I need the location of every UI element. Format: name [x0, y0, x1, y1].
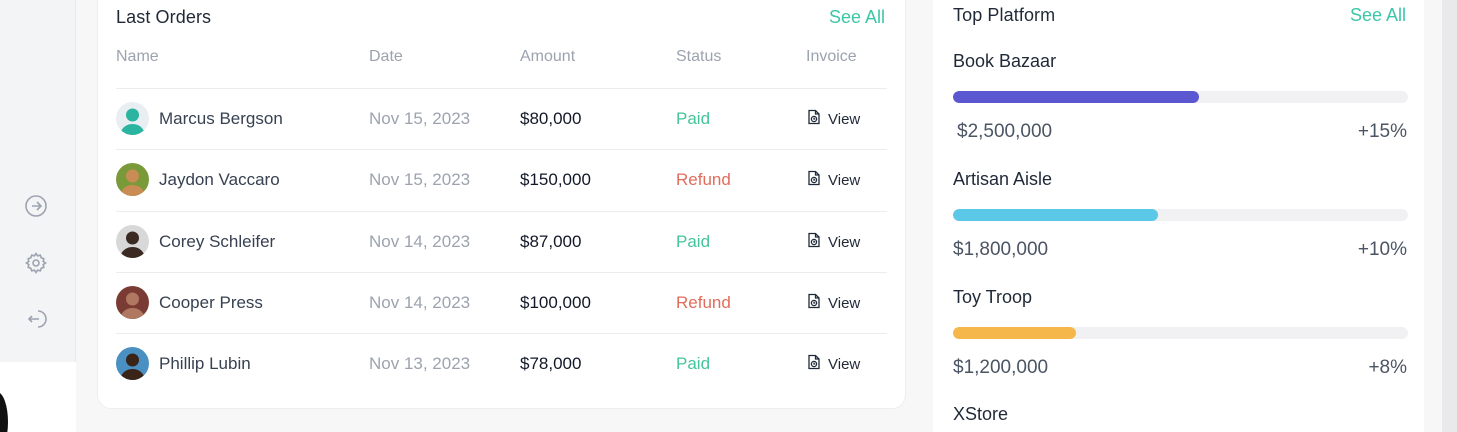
platform-progress-bar — [953, 91, 1408, 103]
order-date: Nov 14, 2023 — [369, 293, 471, 312]
order-date: Nov 15, 2023 — [369, 109, 471, 128]
column-header-status: Status — [676, 48, 722, 65]
order-amount: $80,000 — [520, 109, 582, 128]
table-row[interactable]: Corey Schleifer Nov 14, 2023 $87,000 Paid Vi… — [116, 211, 887, 272]
platform-name: Book Bazaar — [953, 51, 1057, 71]
order-date: Nov 14, 2023 — [369, 232, 471, 251]
invoice-view-label: View — [828, 233, 861, 251]
platform-change: +15% — [1357, 121, 1407, 142]
customer-name: Phillip Lubin — [159, 354, 251, 373]
table-row[interactable]: Cooper Press Nov 14, 2023 $100,000 Refund Vi… — [116, 272, 887, 333]
document-icon — [806, 170, 822, 190]
table-row[interactable]: Phillip Lubin Nov 13, 2023 $78,000 Paid View — [116, 333, 887, 394]
order-amount: $150,000 — [520, 170, 591, 189]
view-invoice-button[interactable]: View — [806, 232, 860, 252]
column-header-invoice: Invoice — [806, 48, 857, 65]
avatar — [116, 102, 149, 135]
sidebar — [0, 0, 76, 362]
scrollbar-track[interactable] — [1442, 0, 1457, 432]
document-icon — [806, 354, 822, 374]
status-badge: Refund — [676, 293, 731, 312]
platform-value: $1,200,000 — [953, 357, 1049, 378]
column-header-amount: Amount — [520, 48, 576, 65]
arrow-right-circle-icon[interactable] — [23, 193, 49, 219]
invoice-view-label: View — [828, 355, 861, 373]
platform-value: $1,800,000 — [953, 239, 1049, 260]
customer-name: Corey Schleifer — [159, 232, 276, 251]
document-icon — [806, 232, 822, 252]
status-badge: Paid — [676, 354, 711, 373]
invoice-view-label: View — [828, 294, 861, 312]
platform-name: Artisan Aisle — [953, 169, 1053, 189]
document-icon — [806, 293, 822, 313]
customer-name: Cooper Press — [159, 293, 263, 312]
platform-name: Toy Troop — [953, 287, 1033, 307]
document-icon — [806, 109, 822, 129]
platform-change: +8% — [1368, 357, 1407, 378]
view-invoice-button[interactable]: View — [806, 109, 860, 129]
platform-progress-fill — [953, 91, 1199, 103]
sidebar-footer — [0, 362, 76, 432]
platform-see-all-link[interactable]: See All — [1350, 5, 1406, 26]
column-header-name: Name — [116, 48, 159, 65]
platform-progress-fill — [953, 209, 1158, 221]
order-date: Nov 13, 2023 — [369, 354, 471, 373]
table-row[interactable]: Jaydon Vaccaro Nov 15, 2023 $150,000 Refund… — [116, 149, 887, 210]
customer-name: Jaydon Vaccaro — [159, 170, 280, 189]
platform-progress-bar — [953, 327, 1408, 339]
avatar — [116, 347, 149, 380]
view-invoice-button[interactable]: View — [806, 354, 860, 374]
invoice-view-label: View — [828, 110, 861, 128]
order-amount: $100,000 — [520, 293, 591, 312]
logout-icon[interactable] — [23, 306, 49, 332]
order-amount: $87,000 — [520, 232, 582, 251]
platform-change: +10% — [1357, 239, 1407, 260]
platform-value: $2,500,000 — [957, 121, 1053, 142]
table-row[interactable]: Marcus Bergson Nov 15, 2023 $80,000 Paid Vie… — [116, 88, 887, 149]
status-badge: Paid — [676, 109, 711, 128]
gear-icon[interactable] — [23, 250, 49, 276]
platform-name: XStore — [953, 404, 1009, 424]
view-invoice-button[interactable]: View — [806, 293, 860, 313]
platform-progress-fill — [953, 327, 1076, 339]
status-badge: Paid — [676, 232, 711, 251]
orders-see-all-link[interactable]: See All — [829, 7, 885, 28]
column-header-date: Date — [369, 48, 403, 65]
order-date: Nov 15, 2023 — [369, 170, 471, 189]
top-platform-title: Top Platform — [953, 5, 1056, 25]
customer-name: Marcus Bergson — [159, 109, 283, 128]
status-badge: Refund — [676, 170, 731, 189]
last-orders-title: Last Orders — [116, 7, 212, 27]
platform-progress-bar — [953, 209, 1408, 221]
invoice-view-label: View — [828, 171, 861, 189]
view-invoice-button[interactable]: View — [806, 170, 860, 190]
avatar — [116, 286, 149, 319]
avatar — [116, 225, 149, 258]
avatar — [116, 163, 149, 196]
order-amount: $78,000 — [520, 354, 582, 373]
